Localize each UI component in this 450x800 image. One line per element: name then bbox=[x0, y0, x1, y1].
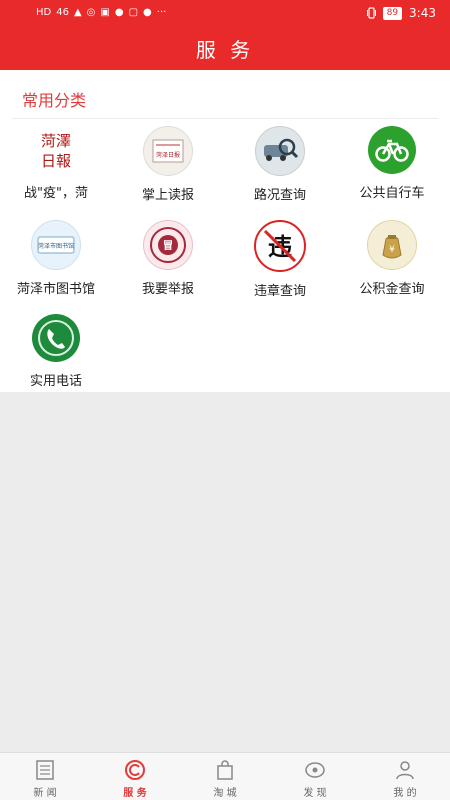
status-bar: HD 46 ▲ ◎ ▣ ● ▢ ● ··· 89 3:43 bbox=[0, 0, 450, 26]
section-title: 常用分类 bbox=[22, 91, 87, 110]
services-card: 常用分类 菏澤 日報 战"疫"，菏 菏泽日报 掌上读报 路况查询 公共自行车 菏… bbox=[0, 70, 450, 392]
nav-shop[interactable]: 淘 城 bbox=[180, 753, 270, 800]
service-item-epidemic[interactable]: 菏澤 日報 战"疫"，菏 bbox=[0, 126, 112, 218]
battery-icon: 89 bbox=[382, 6, 403, 20]
nav-label: 淘 城 bbox=[213, 788, 237, 799]
service-item-traffic[interactable]: 路况查询 bbox=[224, 126, 336, 218]
fund-bag-icon: ¥ bbox=[367, 220, 417, 270]
service-label: 我要举报 bbox=[141, 282, 194, 297]
service-label: 菏泽市图书馆 bbox=[16, 282, 95, 297]
service-label: 公积金查询 bbox=[359, 282, 425, 297]
profile-icon bbox=[396, 761, 414, 780]
hd-icon: HD bbox=[36, 7, 52, 18]
bicycle-icon bbox=[368, 126, 416, 174]
nav-label: 新 闻 bbox=[33, 788, 57, 799]
service-label: 路况查询 bbox=[253, 188, 306, 203]
shopping-bag-icon bbox=[217, 760, 233, 780]
svg-text:¥: ¥ bbox=[389, 245, 395, 255]
service-item-paper-reader[interactable]: 菏泽日报 掌上读报 bbox=[112, 126, 224, 218]
more-icon: ··· bbox=[156, 7, 167, 18]
newspaper-logo-icon: 菏澤 日報 bbox=[32, 126, 80, 174]
service-item-violation[interactable]: 违 违章查询 bbox=[224, 220, 336, 312]
bottom-nav: 新 闻 服 务 淘 城 发 现 我 的 bbox=[0, 752, 450, 800]
service-item-fund[interactable]: ¥ 公积金查询 bbox=[336, 220, 448, 312]
service-item-report[interactable]: 冒 我要举报 bbox=[112, 220, 224, 312]
service-item-phone[interactable]: 实用电话 bbox=[0, 314, 112, 406]
nav-label: 发 现 bbox=[303, 788, 327, 799]
phone-icon bbox=[32, 314, 80, 362]
svg-text:菏泽日报: 菏泽日报 bbox=[156, 151, 180, 159]
discover-icon bbox=[305, 762, 325, 778]
wifi-icon: ▲ bbox=[73, 7, 82, 18]
svg-text:菏澤: 菏澤 bbox=[41, 132, 71, 150]
svg-text:菏泽市图书馆: 菏泽市图书馆 bbox=[38, 242, 74, 250]
top-bar: HD 46 ▲ ◎ ▣ ● ▢ ● ··· 89 3:43 服 务 bbox=[0, 0, 450, 70]
screen: HD 46 ▲ ◎ ▣ ● ▢ ● ··· 89 3:43 服 务 常用分类 菏… bbox=[0, 0, 450, 800]
page-title: 服 务 bbox=[195, 38, 255, 62]
status-time: 3:43 bbox=[409, 6, 436, 20]
nav-news[interactable]: 新 闻 bbox=[0, 753, 90, 800]
report-stamp-icon: 冒 bbox=[143, 220, 193, 270]
service-label: 公共自行车 bbox=[359, 186, 425, 201]
section-divider bbox=[12, 118, 438, 119]
nav-service[interactable]: 服 务 bbox=[90, 753, 180, 800]
service-item-library[interactable]: 菏泽市图书馆 菏泽市图书馆 bbox=[0, 220, 112, 312]
news-icon bbox=[36, 760, 54, 780]
svg-text:冒: 冒 bbox=[163, 240, 173, 252]
service-label: 掌上读报 bbox=[141, 188, 194, 203]
service-item-bicycle[interactable]: 公共自行车 bbox=[336, 126, 448, 218]
signal-icon: 46 bbox=[56, 7, 69, 18]
nav-discover[interactable]: 发 现 bbox=[270, 753, 360, 800]
nav-label: 服 务 bbox=[123, 788, 147, 799]
service-icon bbox=[125, 760, 145, 780]
service-label: 战"疫"，菏 bbox=[24, 186, 88, 201]
nav-label: 我 的 bbox=[393, 788, 417, 799]
svg-text:日報: 日報 bbox=[41, 152, 71, 170]
service-label: 实用电话 bbox=[29, 374, 82, 389]
traffic-search-icon bbox=[255, 126, 305, 176]
status-icons: HD 46 ▲ ◎ ▣ ● ▢ ● ··· bbox=[36, 7, 166, 19]
paper-reader-icon: 菏泽日报 bbox=[143, 126, 193, 176]
chat-icon: ● bbox=[114, 7, 124, 18]
nav-profile[interactable]: 我 的 bbox=[360, 753, 450, 800]
service-label: 违章查询 bbox=[253, 284, 306, 299]
notification-icon: ▢ bbox=[128, 7, 139, 18]
notification-icon: ▣ bbox=[100, 7, 110, 18]
status-right: 89 3:43 bbox=[366, 6, 436, 20]
violation-no-entry-icon: 违 bbox=[254, 220, 306, 272]
wechat-icon: ● bbox=[143, 7, 152, 18]
notification-icon: ◎ bbox=[86, 7, 96, 18]
vibrate-icon bbox=[366, 7, 376, 19]
library-card-icon: 菏泽市图书馆 bbox=[31, 220, 81, 270]
